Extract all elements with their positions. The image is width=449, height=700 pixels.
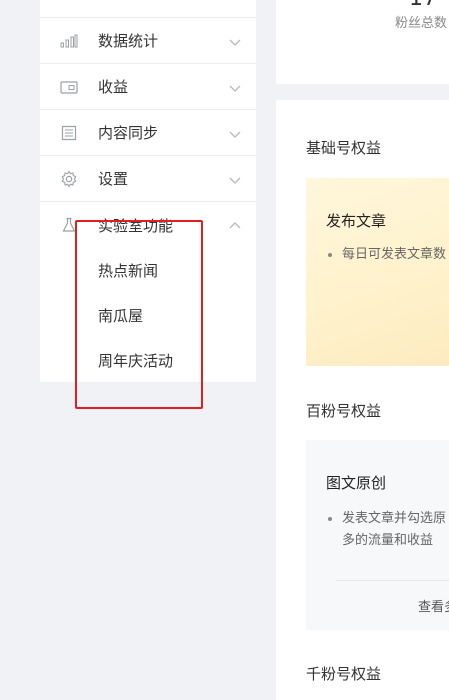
divider (336, 580, 449, 581)
sidebar-item-label: 设置 (98, 170, 129, 188)
chevron-up-icon (228, 218, 242, 232)
section-title-basic: 基础号权益 (306, 139, 382, 157)
sidebar-item-data-stats[interactable]: 数据统计 (40, 18, 256, 64)
sidebar-item-content-sync[interactable]: 内容同步 (40, 110, 256, 156)
gear-icon (60, 170, 78, 188)
sidebar-item-settings[interactable]: 设置 (40, 156, 256, 202)
benefit-card-title: 图文原创 (326, 474, 387, 492)
chevron-down-icon (228, 126, 242, 140)
sidebar-item-manage[interactable]: 管理 (40, 0, 256, 18)
section-title-thousand: 千粉号权益 (306, 665, 382, 683)
benefit-card-desc: 每日可发表文章数 (326, 244, 449, 266)
bar-chart-icon (60, 32, 78, 50)
view-more-link[interactable]: 查看多 (418, 596, 449, 615)
document-icon (60, 124, 78, 142)
benefit-card-original: 图文原创 发表文章并勾选原 多的流量和收益 查看多 (306, 440, 449, 630)
benefit-card-desc: 发表文章并勾选原 多的流量和收益 (326, 508, 449, 552)
sidebar-item-label: 内容同步 (98, 124, 159, 142)
section-title-hundred: 百粉号权益 (306, 402, 382, 420)
benefit-card-title: 发布文章 (326, 212, 387, 230)
sidebar-item-label: 收益 (98, 78, 129, 96)
follower-count: 17 (409, 0, 437, 11)
wallet-icon (60, 78, 78, 96)
benefit-card-publish: 发布文章 每日可发表文章数 (306, 178, 449, 366)
chevron-down-icon (228, 172, 242, 186)
sidebar-item-label: 数据统计 (98, 32, 159, 50)
highlight-box (75, 220, 203, 409)
benefits-panel: 基础号权益 发布文章 每日可发表文章数 百粉号权益 图文原创 发表文章并勾选原 … (276, 100, 449, 700)
sidebar-item-revenue[interactable]: 收益 (40, 64, 256, 110)
stats-card: 17 粉丝总数 (276, 0, 449, 84)
follower-count-label: 粉丝总数 (394, 16, 447, 31)
chevron-down-icon (228, 80, 242, 94)
chevron-down-icon (228, 34, 242, 48)
